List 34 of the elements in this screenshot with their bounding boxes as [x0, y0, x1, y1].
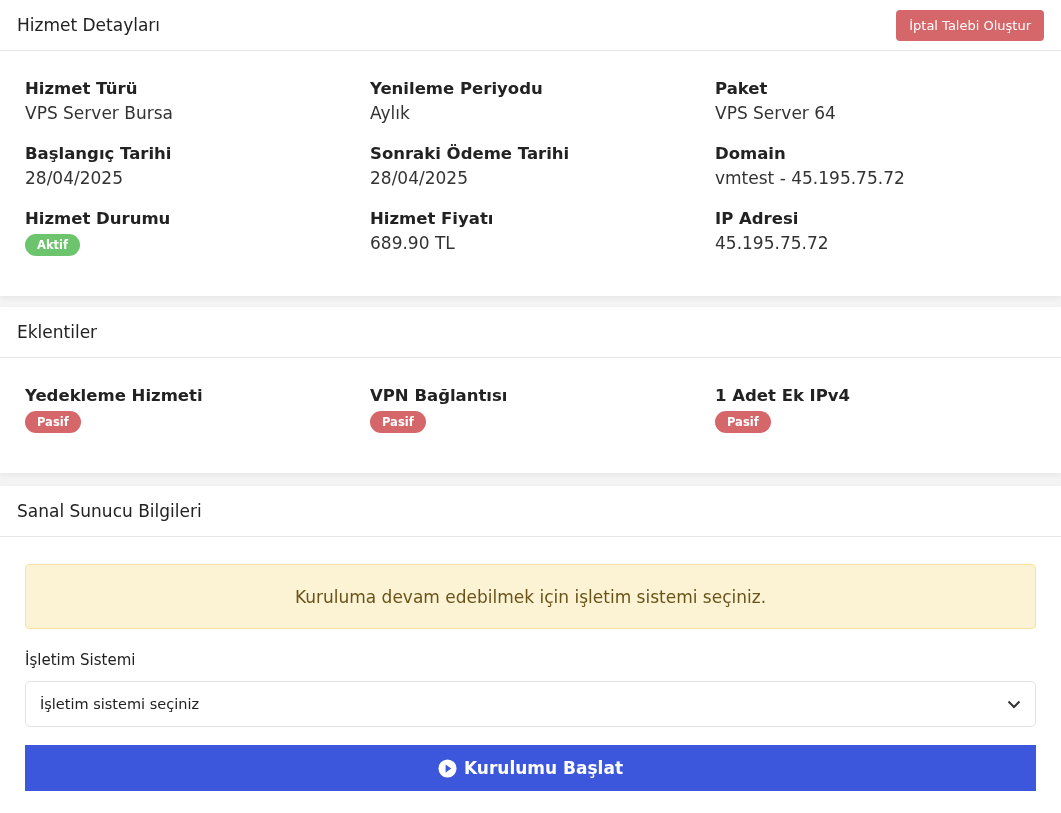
field-label: Paket: [715, 79, 768, 98]
field-value: 45.195.75.72: [715, 233, 829, 253]
field-value: VPS Server 64: [715, 103, 836, 123]
field-label: Yenileme Periyodu: [370, 79, 543, 98]
status-badge: Pasif: [370, 411, 426, 433]
field-value: vmtest - 45.195.75.72: [715, 168, 905, 188]
chevron-down-icon: [1007, 699, 1021, 709]
field-label: Hizmet Durumu: [25, 209, 171, 228]
field-value: VPS Server Bursa: [25, 103, 173, 123]
field-label: VPN Bağlantısı: [370, 386, 508, 405]
field-value: 689.90 TL: [370, 233, 455, 253]
field-label: Hizmet Fiyatı: [370, 209, 494, 228]
field-label: Hizmet Türü: [25, 79, 138, 98]
status-badge: Pasif: [25, 411, 81, 433]
field-label: IP Adresi: [715, 209, 799, 228]
field-value: 28/04/2025: [370, 168, 468, 188]
field-label: Yedekleme Hizmeti: [25, 386, 203, 405]
play-icon: [437, 758, 457, 778]
section-title: Eklentiler: [17, 322, 98, 342]
field-label: Başlangıç Tarihi: [25, 144, 172, 163]
field-label: 1 Adet Ek IPv4: [715, 386, 851, 405]
os-select[interactable]: İşletim sistemi seçiniz: [25, 681, 1036, 727]
section-title: Sanal Sunucu Bilgileri: [17, 501, 202, 521]
alert-text: Kuruluma devam edebilmek için işletim sistemi seçiniz.: [294, 586, 767, 607]
field-label: Sonraki Ödeme Tarihi: [370, 144, 570, 163]
status-badge: Aktif: [25, 234, 80, 256]
status-badge: Pasif: [715, 411, 771, 433]
cancel-request-button[interactable]: İptal Talebi Oluştur: [896, 9, 1044, 41]
field-value: 28/04/2025: [25, 168, 123, 188]
field-label: İşletim Sistemi: [25, 651, 136, 669]
section-title: Hizmet Detayları: [17, 15, 161, 35]
start-setup-button[interactable]: Kurulumu Başlat: [25, 745, 1036, 791]
field-label: Domain: [715, 144, 786, 163]
field-value: Aylık: [370, 103, 410, 123]
